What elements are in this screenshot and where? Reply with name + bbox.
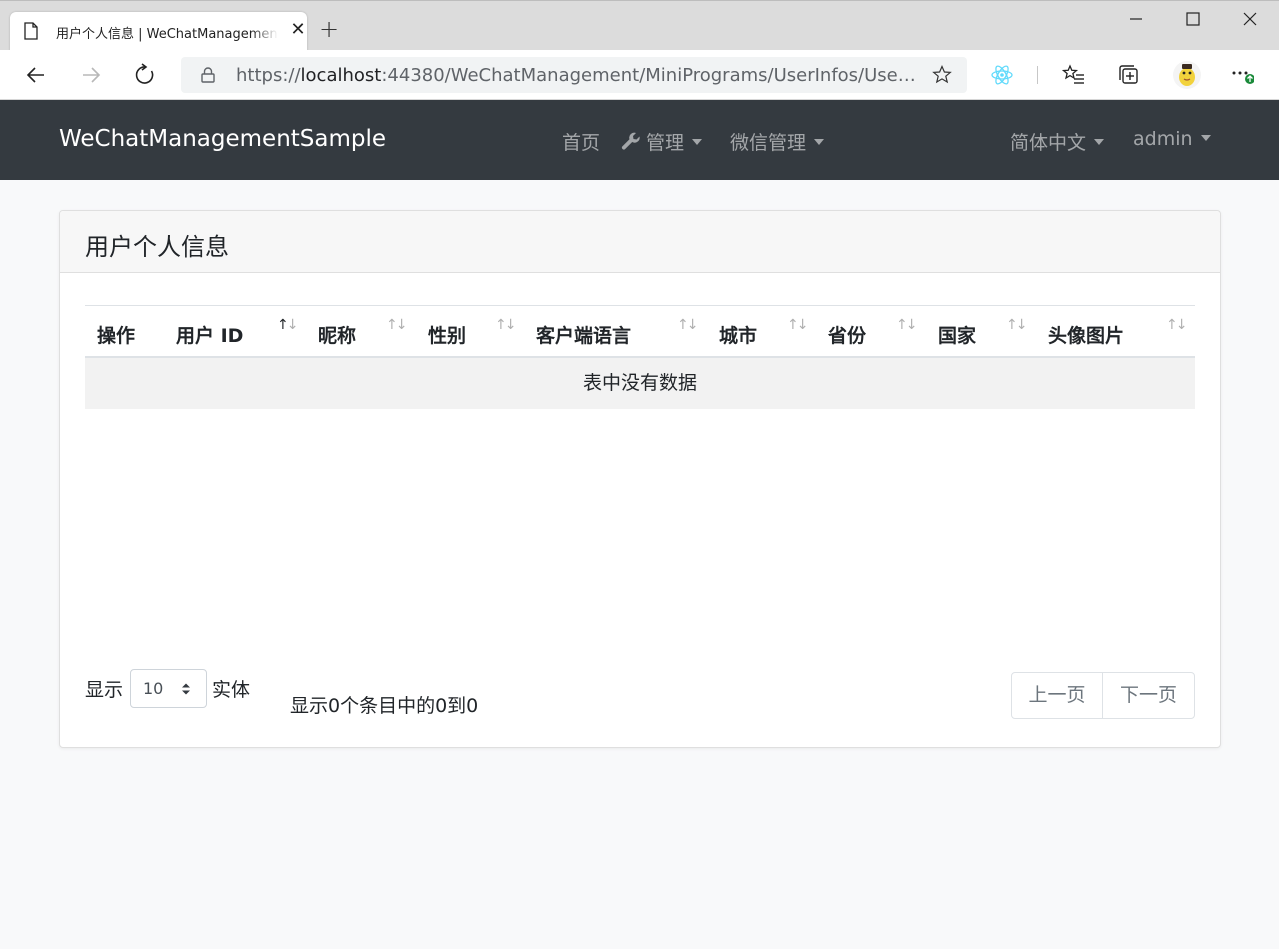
url-prefix: https://: [236, 65, 301, 86]
column-header-label: 性别: [428, 325, 467, 347]
page-title: 用户个人信息: [85, 233, 229, 261]
table-info: 显示0个条目中的0到0: [290, 695, 479, 717]
collections-icon[interactable]: [1117, 63, 1141, 87]
sort-icon: ↑↓: [386, 317, 408, 333]
browser-tab-active[interactable]: 用户个人信息 | WeChatManagementSample ✕: [10, 12, 307, 51]
toolbar-separator: [1037, 66, 1038, 84]
page-size-value: 10: [143, 679, 164, 698]
column-header-gender[interactable]: 性别 ↑↓: [416, 306, 524, 357]
page-size-select[interactable]: 10: [130, 669, 207, 708]
chevron-down-icon: [814, 139, 825, 145]
favorite-star-icon[interactable]: [932, 65, 952, 85]
url-path: :44380/WeChatManagement/MiniPrograms/Use…: [381, 65, 916, 86]
user-label: admin: [1133, 128, 1193, 150]
sort-icon: ↑↓: [1006, 317, 1028, 333]
column-header-label: 昵称: [318, 325, 357, 347]
window-close-icon[interactable]: [1240, 9, 1260, 29]
column-header-label: 省份: [828, 325, 867, 347]
select-updown-icon: [182, 683, 190, 695]
empty-table-message: 表中没有数据: [85, 358, 1195, 409]
sort-ascending-icon: ↑↓: [277, 317, 299, 333]
next-page-button[interactable]: 下一页: [1103, 673, 1194, 718]
column-header-user-id[interactable]: 用户 ID ↑↓: [164, 306, 306, 357]
chevron-down-icon: [692, 139, 703, 145]
tab-title: 用户个人信息 | WeChatManagementSample: [56, 27, 278, 42]
column-header-actions: 操作: [85, 306, 164, 357]
column-header-city[interactable]: 城市 ↑↓: [707, 306, 816, 357]
column-header-language[interactable]: 客户端语言 ↑↓: [524, 306, 707, 357]
column-header-label: 客户端语言: [536, 325, 632, 347]
language-dropdown[interactable]: 简体中文: [1010, 128, 1105, 155]
sort-icon: ↑↓: [787, 317, 809, 333]
previous-page-button[interactable]: 上一页: [1012, 673, 1103, 718]
url-host: localhost: [300, 65, 382, 86]
column-header-label: 用户 ID: [176, 325, 244, 347]
reload-icon[interactable]: [133, 63, 157, 87]
url-text[interactable]: https://localhost:44380/WeChatManagement…: [236, 65, 916, 86]
forward-arrow-icon[interactable]: [79, 63, 103, 87]
nav-wechat-label: 微信管理: [730, 132, 807, 154]
lock-icon[interactable]: [201, 67, 215, 83]
card-header: 用户个人信息: [60, 211, 1220, 273]
nav-admin-dropdown[interactable]: 管理: [621, 128, 703, 155]
sort-icon: ↑↓: [896, 317, 918, 333]
user-info-table: 操作 用户 ID ↑↓ 昵称 ↑↓ 性别 ↑↓ 客户端语言 ↑↓ 城市 ↑↓ 省…: [85, 305, 1195, 409]
new-tab-icon[interactable]: +: [317, 17, 341, 41]
window-minimize-icon[interactable]: [1126, 9, 1146, 29]
main-navbar: WeChatManagementSample 首页 管理 微信管理 简体中文 a…: [0, 100, 1279, 180]
user-dropdown[interactable]: admin: [1133, 128, 1211, 150]
sort-icon: ↑↓: [677, 317, 699, 333]
column-header-label: 操作: [97, 325, 136, 347]
wrench-icon: [621, 132, 640, 150]
chevron-down-icon: [1200, 135, 1211, 141]
column-header-province[interactable]: 省份 ↑↓: [816, 306, 926, 357]
profile-avatar-icon[interactable]: [1172, 60, 1202, 90]
page-icon: [24, 22, 38, 40]
column-header-label: 城市: [719, 325, 758, 347]
favorites-icon[interactable]: [1062, 63, 1086, 87]
nav-home[interactable]: 首页: [562, 128, 600, 155]
sort-icon: ↑↓: [1166, 317, 1188, 333]
chevron-down-icon: [1094, 139, 1105, 145]
address-bar[interactable]: https://localhost:44380/WeChatManagement…: [181, 57, 967, 93]
table-header: 操作 用户 ID ↑↓ 昵称 ↑↓ 性别 ↑↓ 客户端语言 ↑↓ 城市 ↑↓ 省…: [85, 305, 1195, 358]
column-header-country[interactable]: 国家 ↑↓: [926, 306, 1036, 357]
window-maximize-icon[interactable]: [1183, 9, 1203, 29]
nav-admin-label: 管理: [646, 132, 685, 154]
nav-wechat-dropdown[interactable]: 微信管理: [730, 128, 825, 155]
column-header-label: 国家: [938, 325, 977, 347]
entities-label: 实体: [212, 679, 251, 701]
column-header-label: 头像图片: [1048, 325, 1125, 347]
react-devtools-icon[interactable]: [990, 63, 1014, 87]
tab-close-icon[interactable]: ✕: [288, 20, 308, 40]
language-label: 简体中文: [1010, 132, 1087, 154]
more-options-icon[interactable]: [1230, 63, 1254, 87]
browser-titlebar: 用户个人信息 | WeChatManagementSample ✕ +: [0, 0, 1279, 51]
column-header-nickname[interactable]: 昵称 ↑↓: [306, 306, 416, 357]
page-length-label: 显示: [85, 679, 124, 701]
back-arrow-icon[interactable]: [24, 63, 48, 87]
sort-icon: ↑↓: [495, 317, 517, 333]
browser-toolbar: https://localhost:44380/WeChatManagement…: [0, 50, 1279, 100]
brand-link[interactable]: WeChatManagementSample: [59, 126, 386, 152]
column-header-avatar[interactable]: 头像图片 ↑↓: [1036, 306, 1195, 357]
user-info-card: 用户个人信息 操作 用户 ID ↑↓ 昵称 ↑↓ 性别 ↑↓ 客户端语言 ↑↓: [59, 210, 1221, 748]
pagination: 上一页 下一页: [1011, 672, 1195, 719]
